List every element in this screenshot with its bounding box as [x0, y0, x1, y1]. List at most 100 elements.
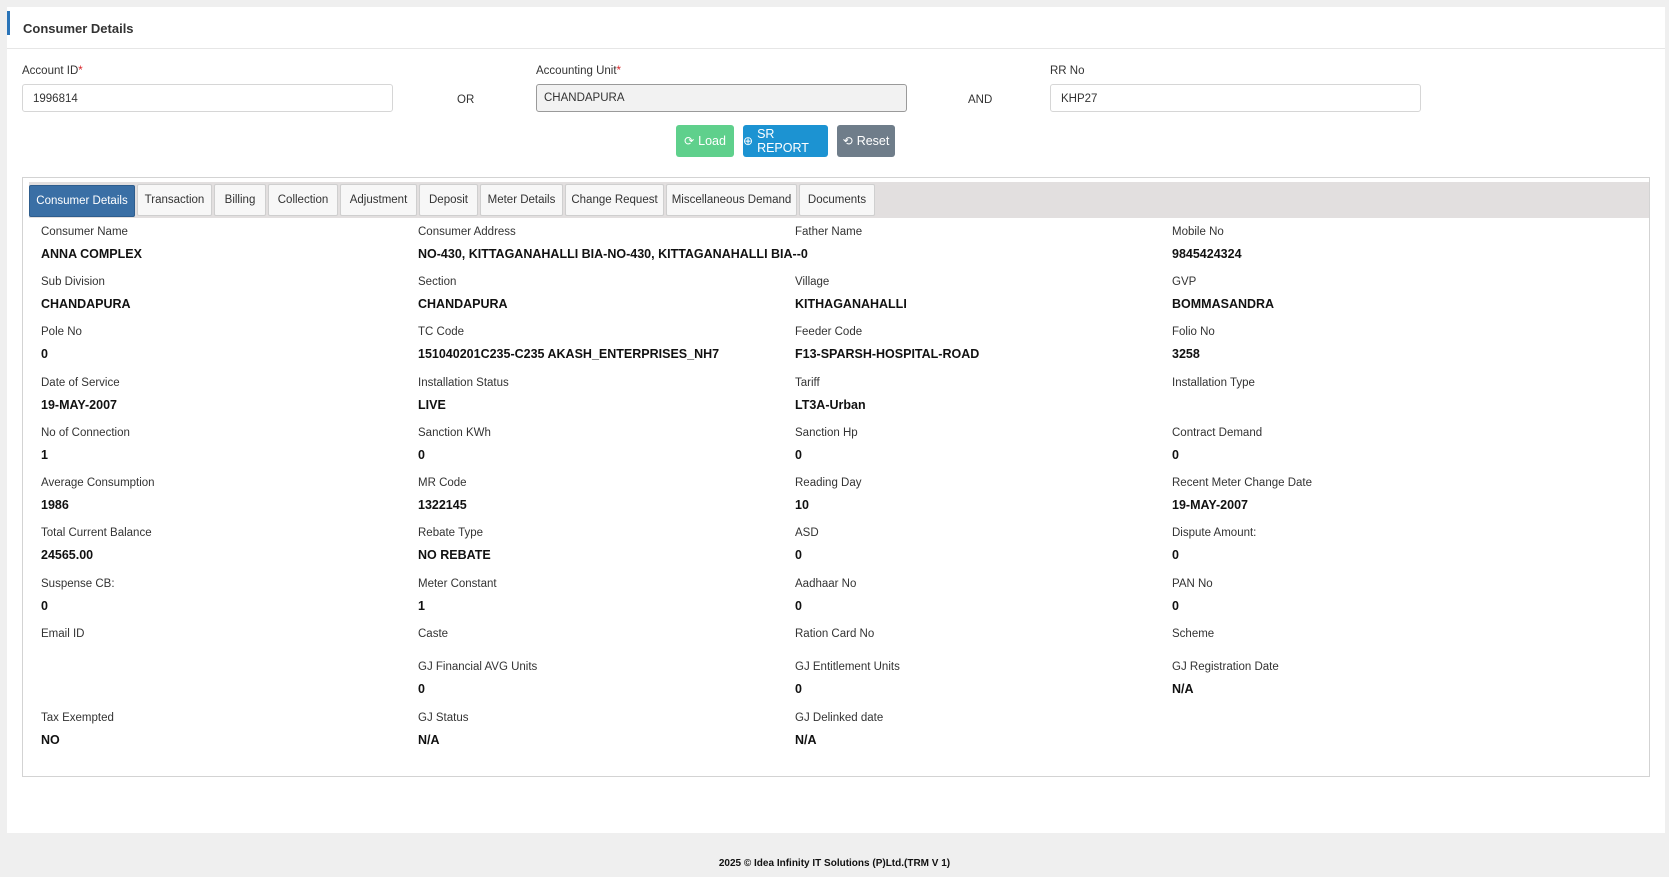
- field-label: Caste: [418, 628, 449, 640]
- page-title: Consumer Details: [23, 21, 134, 36]
- account-id-label: Account ID*: [22, 65, 83, 77]
- field-value: 1: [41, 448, 48, 462]
- tab-billing[interactable]: Billing: [214, 184, 266, 216]
- field-value: 0: [418, 448, 425, 462]
- field-label: Tax Exempted: [41, 712, 114, 724]
- field-label: ASD: [795, 527, 819, 539]
- field-label: GJ Entitlement Units: [795, 661, 900, 673]
- field-label: Father Name: [795, 226, 863, 238]
- field-label: Reading Day: [795, 477, 862, 489]
- field-value: ANNA COMPLEX: [41, 247, 142, 261]
- field-value: CHANDAPURA: [418, 297, 508, 311]
- field-label: Tariff: [795, 377, 820, 389]
- field-label: Installation Status: [418, 377, 509, 389]
- field-value: 24565.00: [41, 548, 94, 562]
- field-value: 0: [1172, 599, 1179, 613]
- field-value: N/A: [1172, 682, 1194, 696]
- rr-no-label: RR No: [1050, 65, 1085, 77]
- accounting-unit-select[interactable]: CHANDAPURA: [536, 84, 907, 112]
- field-label: Mobile No: [1172, 226, 1224, 238]
- rr-no-input[interactable]: KHP27: [1050, 84, 1421, 112]
- field-label: Sub Division: [41, 276, 105, 288]
- details-container: Consumer Details Transaction Billing Col…: [22, 177, 1650, 777]
- field-value: 0: [41, 599, 48, 613]
- field-value: N/A: [795, 733, 817, 747]
- header-accent-bar: [7, 11, 10, 35]
- plus-circle-icon: ⊕: [743, 134, 754, 148]
- field-value: 3258: [1172, 347, 1200, 361]
- field-label: Email ID: [41, 628, 85, 640]
- field-value: 10: [795, 498, 809, 512]
- field-label: Installation Type: [1172, 377, 1255, 389]
- reset-button[interactable]: ⟲ Reset: [837, 125, 895, 157]
- field-value: 1986: [41, 498, 69, 512]
- field-label: No of Connection: [41, 427, 130, 439]
- refresh-icon: ⟲: [842, 134, 853, 148]
- field-value: 1: [418, 599, 425, 613]
- field-label: Contract Demand: [1172, 427, 1263, 439]
- field-value: 0: [1172, 448, 1179, 462]
- field-value: 0: [795, 548, 802, 562]
- field-label: Sanction Hp: [795, 427, 858, 439]
- field-label: MR Code: [418, 477, 467, 489]
- field-value: LIVE: [418, 398, 446, 412]
- field-value: 1322145: [418, 498, 467, 512]
- tab-documents[interactable]: Documents: [799, 184, 875, 216]
- field-label: Village: [795, 276, 830, 288]
- account-id-input[interactable]: 1996814: [22, 84, 393, 112]
- field-value: F13-SPARSH-HOSPITAL-ROAD: [795, 347, 980, 361]
- field-label: GJ Delinked date: [795, 712, 884, 724]
- load-button[interactable]: ⟳ Load: [676, 125, 734, 157]
- field-label: Average Consumption: [41, 477, 155, 489]
- field-label: GVP: [1172, 276, 1197, 288]
- spinner-icon: ⟳: [684, 134, 695, 148]
- field-value: 0: [1172, 548, 1179, 562]
- sr-report-button[interactable]: ⊕ SR REPORT: [743, 125, 828, 157]
- field-value: 0: [41, 347, 48, 361]
- consumer-details-panel: Consumer Details Account ID* 1996814 OR …: [7, 7, 1665, 833]
- field-value: NO-430, KITTAGANAHALLI BIA-NO-430, KITTA…: [418, 247, 808, 261]
- field-label: TC Code: [418, 326, 465, 338]
- field-label: Aadhaar No: [795, 578, 857, 590]
- field-label: GJ Status: [418, 712, 469, 724]
- field-label: Suspense CB:: [41, 578, 115, 590]
- field-value: 19-MAY-2007: [41, 398, 117, 412]
- field-value: 151040201C235-C235 AKASH_ENTERPRISES_NH7: [418, 347, 720, 361]
- field-label: Section: [418, 276, 457, 288]
- field-value: NO: [41, 733, 60, 747]
- field-label: GJ Financial AVG Units: [418, 661, 538, 673]
- field-label: Pole No: [41, 326, 82, 338]
- field-value: 0: [795, 448, 802, 462]
- and-label: AND: [968, 94, 993, 106]
- panel-header: Consumer Details: [7, 7, 1665, 49]
- field-label: PAN No: [1172, 578, 1213, 590]
- tab-bar: Consumer Details Transaction Billing Col…: [29, 182, 1649, 218]
- tab-adjustment[interactable]: Adjustment: [340, 184, 417, 216]
- tab-meter-details[interactable]: Meter Details: [480, 184, 563, 216]
- field-label: Rebate Type: [418, 527, 484, 539]
- tab-miscellaneous-demand[interactable]: Miscellaneous Demand: [666, 184, 797, 216]
- tab-collection[interactable]: Collection: [268, 184, 338, 216]
- tab-transaction[interactable]: Transaction: [137, 184, 212, 216]
- field-label: Total Current Balance: [41, 527, 152, 539]
- field-value: BOMMASANDRA: [1172, 297, 1275, 311]
- tab-change-request[interactable]: Change Request: [565, 184, 664, 216]
- field-label: Dispute Amount:: [1172, 527, 1257, 539]
- field-label: Meter Constant: [418, 578, 497, 590]
- accounting-unit-label: Accounting Unit*: [536, 65, 622, 77]
- field-value: 0: [795, 682, 802, 696]
- field-label: GJ Registration Date: [1172, 661, 1279, 673]
- field-value: 0: [418, 682, 425, 696]
- field-label: Date of Service: [41, 377, 120, 389]
- footer-copyright: 2025 © Idea Infinity IT Solutions (P)Ltd…: [718, 858, 951, 869]
- field-label: Consumer Address: [418, 226, 516, 238]
- sr-report-button-label: SR REPORT: [757, 127, 809, 155]
- field-label: Recent Meter Change Date: [1172, 477, 1312, 489]
- field-value: CHANDAPURA: [41, 297, 131, 311]
- field-value: 0: [795, 599, 802, 613]
- field-value: KITHAGANAHALLI: [795, 297, 907, 311]
- field-value: 19-MAY-2007: [1172, 498, 1248, 512]
- tab-consumer-details[interactable]: Consumer Details: [29, 185, 135, 217]
- tab-deposit[interactable]: Deposit: [419, 184, 478, 216]
- field-value: LT3A-Urban: [795, 398, 866, 412]
